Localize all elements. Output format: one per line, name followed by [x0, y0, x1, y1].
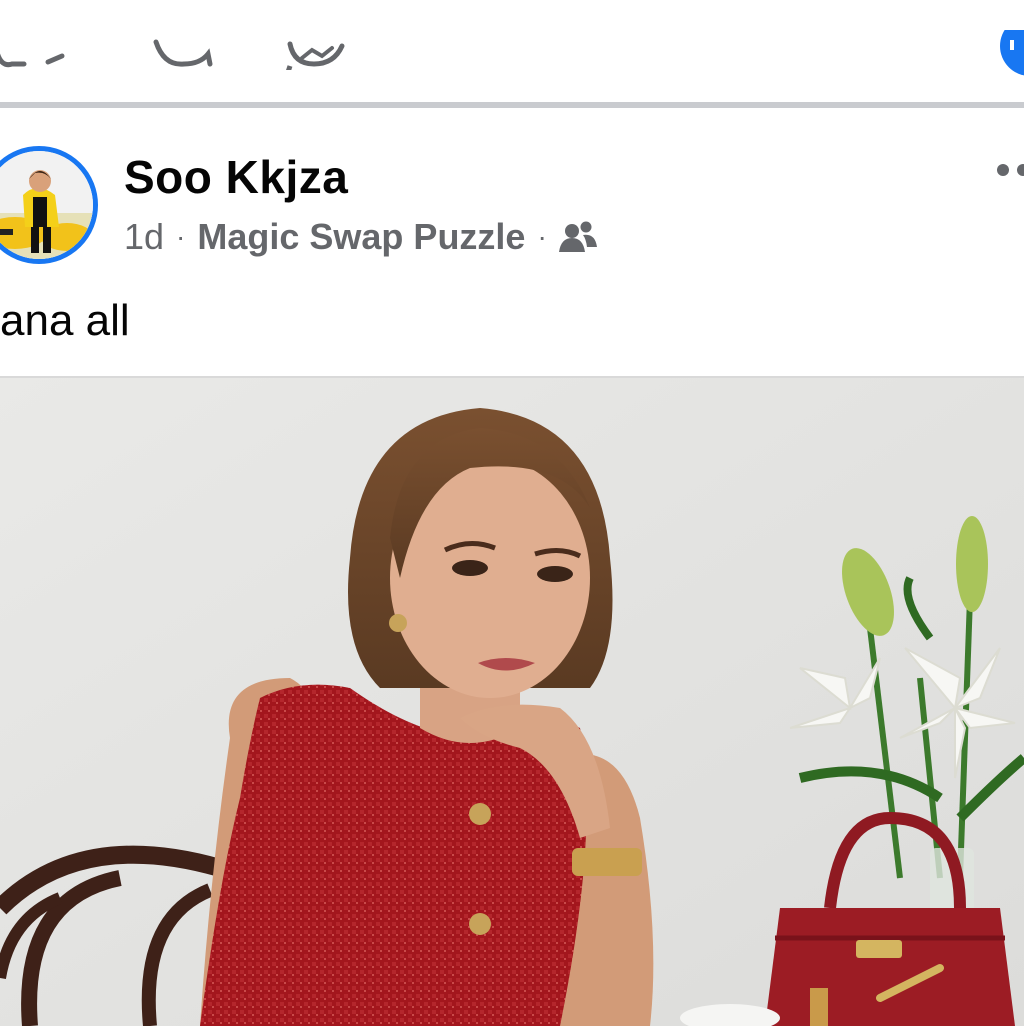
friends-icon	[558, 220, 597, 254]
more-options-icon[interactable]	[990, 150, 1024, 190]
top-left-bubble	[0, 0, 100, 18]
like-icon[interactable]	[0, 20, 80, 70]
post-caption: ana all	[0, 296, 130, 345]
previous-post-action-bar	[0, 0, 1024, 102]
meta-separator: ·	[176, 221, 186, 252]
post-meta: 1d · Magic Swap Puzzle ·	[124, 214, 597, 260]
share-icon[interactable]	[996, 16, 1024, 86]
post-image[interactable]	[0, 376, 1024, 1026]
meta-separator-2: ·	[537, 221, 547, 252]
author-avatar[interactable]	[0, 146, 98, 264]
post-group-name[interactable]: Magic Swap Puzzle	[197, 216, 525, 258]
feed-divider	[0, 102, 1024, 108]
post-author-name[interactable]: Soo Kkjza	[124, 150, 348, 204]
post-time[interactable]: 1d	[124, 216, 164, 258]
comment-icon[interactable]	[150, 20, 220, 70]
messenger-icon[interactable]	[284, 20, 354, 73]
